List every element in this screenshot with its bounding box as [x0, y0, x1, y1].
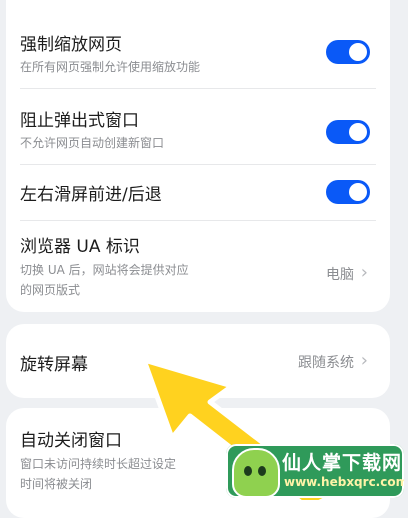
- watermark-url: www.hebxqrc.com: [284, 475, 404, 489]
- cactus-mascot-icon: [232, 448, 280, 498]
- watermark-logo: 仙人掌下载网 www.hebxqrc.com: [226, 444, 404, 498]
- watermark-name: 仙人掌下载网: [282, 452, 403, 474]
- yellow-arrow-annotation: [141, 357, 335, 500]
